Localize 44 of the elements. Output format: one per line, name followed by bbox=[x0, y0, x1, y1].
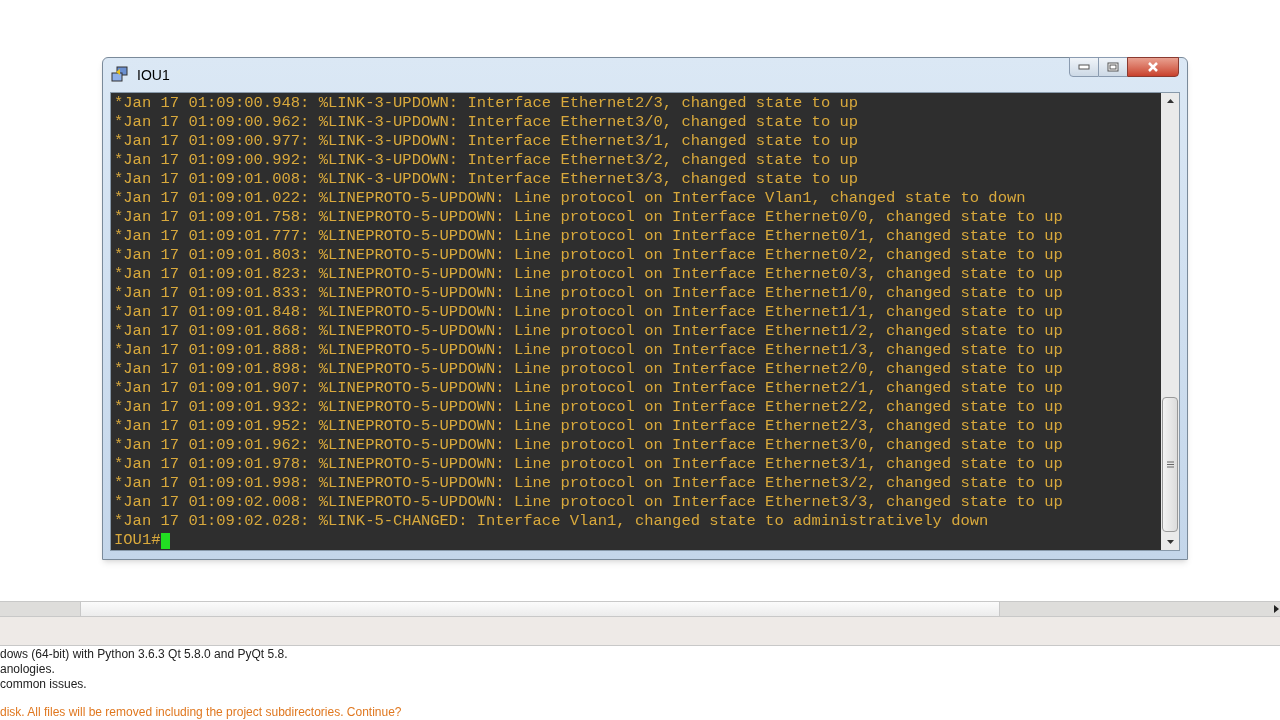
log-line: *Jan 17 01:09:01.833: %LINEPROTO-5-UPDOWN: Line protocol on Interface Ethernet1/0, changed state to up bbox=[114, 284, 1063, 304]
log-line: *Jan 17 01:09:01.898: %LINEPROTO-5-UPDOWN: Line protocol on Interface Ethernet2/0, changed state to up bbox=[114, 360, 1063, 380]
console-line: dows (64-bit) with Python 3.6.3 Qt 5.8.0 and PyQt 5.8. bbox=[0, 647, 288, 662]
maximize-icon bbox=[1107, 62, 1119, 73]
minimize-button[interactable] bbox=[1069, 57, 1099, 78]
log-line: *Jan 17 01:09:00.992: %LINK-3-UPDOWN: Interface Ethernet3/2, changed state to up bbox=[114, 151, 859, 171]
log-line: *Jan 17 01:09:01.022: %LINEPROTO-5-UPDOWN: Line protocol on Interface Vlan1, changed state to down bbox=[114, 189, 1026, 209]
console-line: common issues. bbox=[0, 677, 87, 692]
prompt: IOU1# bbox=[114, 531, 161, 551]
log-line: *Jan 17 01:09:01.998: %LINEPROTO-5-UPDOWN: Line protocol on Interface Ethernet3/2, changed state to up bbox=[114, 474, 1063, 494]
log-line: *Jan 17 01:09:01.758: %LINEPROTO-5-UPDOWN: Line protocol on Interface Ethernet0/0, changed state to up bbox=[114, 208, 1063, 228]
cursor bbox=[160, 532, 170, 549]
log-line: *Jan 17 01:09:01.848: %LINEPROTO-5-UPDOWN: Line protocol on Interface Ethernet1/1, changed state to up bbox=[114, 303, 1063, 323]
log-line: *Jan 17 01:09:02.008: %LINEPROTO-5-UPDOWN: Line protocol on Interface Ethernet3/3, changed state to up bbox=[114, 493, 1063, 513]
scroll-down-icon bbox=[1166, 540, 1174, 545]
log-line: *Jan 17 01:09:01.932: %LINEPROTO-5-UPDOWN: Line protocol on Interface Ethernet2/2, changed state to up bbox=[114, 398, 1063, 418]
log-line: *Jan 17 01:09:01.868: %LINEPROTO-5-UPDOWN: Line protocol on Interface Ethernet1/2, changed state to up bbox=[114, 322, 1063, 342]
console-line: anologies. bbox=[0, 662, 55, 677]
computer-icon bbox=[111, 66, 129, 85]
log-line: *Jan 17 01:09:00.948: %LINK-3-UPDOWN: Interface Ethernet2/3, changed state to up bbox=[114, 94, 859, 114]
log-line: *Jan 17 01:09:00.962: %LINK-3-UPDOWN: Interface Ethernet3/0, changed state to up bbox=[114, 113, 859, 133]
window-title: IOU1 bbox=[137, 65, 170, 85]
log-line: *Jan 17 01:09:01.907: %LINEPROTO-5-UPDOWN: Line protocol on Interface Ethernet2/1, changed state to up bbox=[114, 379, 1063, 399]
minimize-icon bbox=[1078, 64, 1090, 71]
close-icon bbox=[1147, 62, 1159, 73]
log-line: *Jan 17 01:09:00.977: %LINK-3-UPDOWN: Interface Ethernet3/1, changed state to up bbox=[114, 132, 859, 152]
console-line: disk. All files will be removed including the project subdirectories. Continue? bbox=[0, 705, 402, 720]
log-line: *Jan 17 01:09:01.777: %LINEPROTO-5-UPDOWN: Line protocol on Interface Ethernet0/1, changed state to up bbox=[114, 227, 1063, 247]
log-line: *Jan 17 01:09:01.952: %LINEPROTO-5-UPDOWN: Line protocol on Interface Ethernet2/3, changed state to up bbox=[114, 417, 1063, 437]
scrollbar-thumb[interactable] bbox=[80, 602, 1000, 617]
log-line: *Jan 17 01:09:01.978: %LINEPROTO-5-UPDOWN: Line protocol on Interface Ethernet3/1, changed state to up bbox=[114, 455, 1063, 475]
scrollbar-thumb[interactable] bbox=[1162, 397, 1178, 533]
log-line: *Jan 17 01:09:01.888: %LINEPROTO-5-UPDOWN: Line protocol on Interface Ethernet1/3, changed state to up bbox=[114, 341, 1063, 361]
log-line: *Jan 17 01:09:02.028: %LINK-5-CHANGED: Interface Vlan1, changed state to administratively down bbox=[114, 512, 989, 532]
log-line: *Jan 17 01:09:01.823: %LINEPROTO-5-UPDOWN: Line protocol on Interface Ethernet0/3, changed state to up bbox=[114, 265, 1063, 285]
log-line: *Jan 17 01:09:01.803: %LINEPROTO-5-UPDOWN: Line protocol on Interface Ethernet0/2, changed state to up bbox=[114, 246, 1063, 266]
grip-icon bbox=[1166, 461, 1174, 469]
log-line: *Jan 17 01:09:01.008: %LINK-3-UPDOWN: Interface Ethernet3/3, changed state to up bbox=[114, 170, 859, 190]
scroll-up-icon bbox=[1166, 99, 1174, 104]
maximize-button[interactable] bbox=[1099, 57, 1127, 78]
horizontal-scrollbar[interactable] bbox=[0, 601, 1280, 618]
log-line: *Jan 17 01:09:01.962: %LINEPROTO-5-UPDOWN: Line protocol on Interface Ethernet3/0, changed state to up bbox=[114, 436, 1063, 456]
vertical-scrollbar[interactable] bbox=[1161, 93, 1179, 551]
close-button[interactable] bbox=[1127, 57, 1179, 78]
